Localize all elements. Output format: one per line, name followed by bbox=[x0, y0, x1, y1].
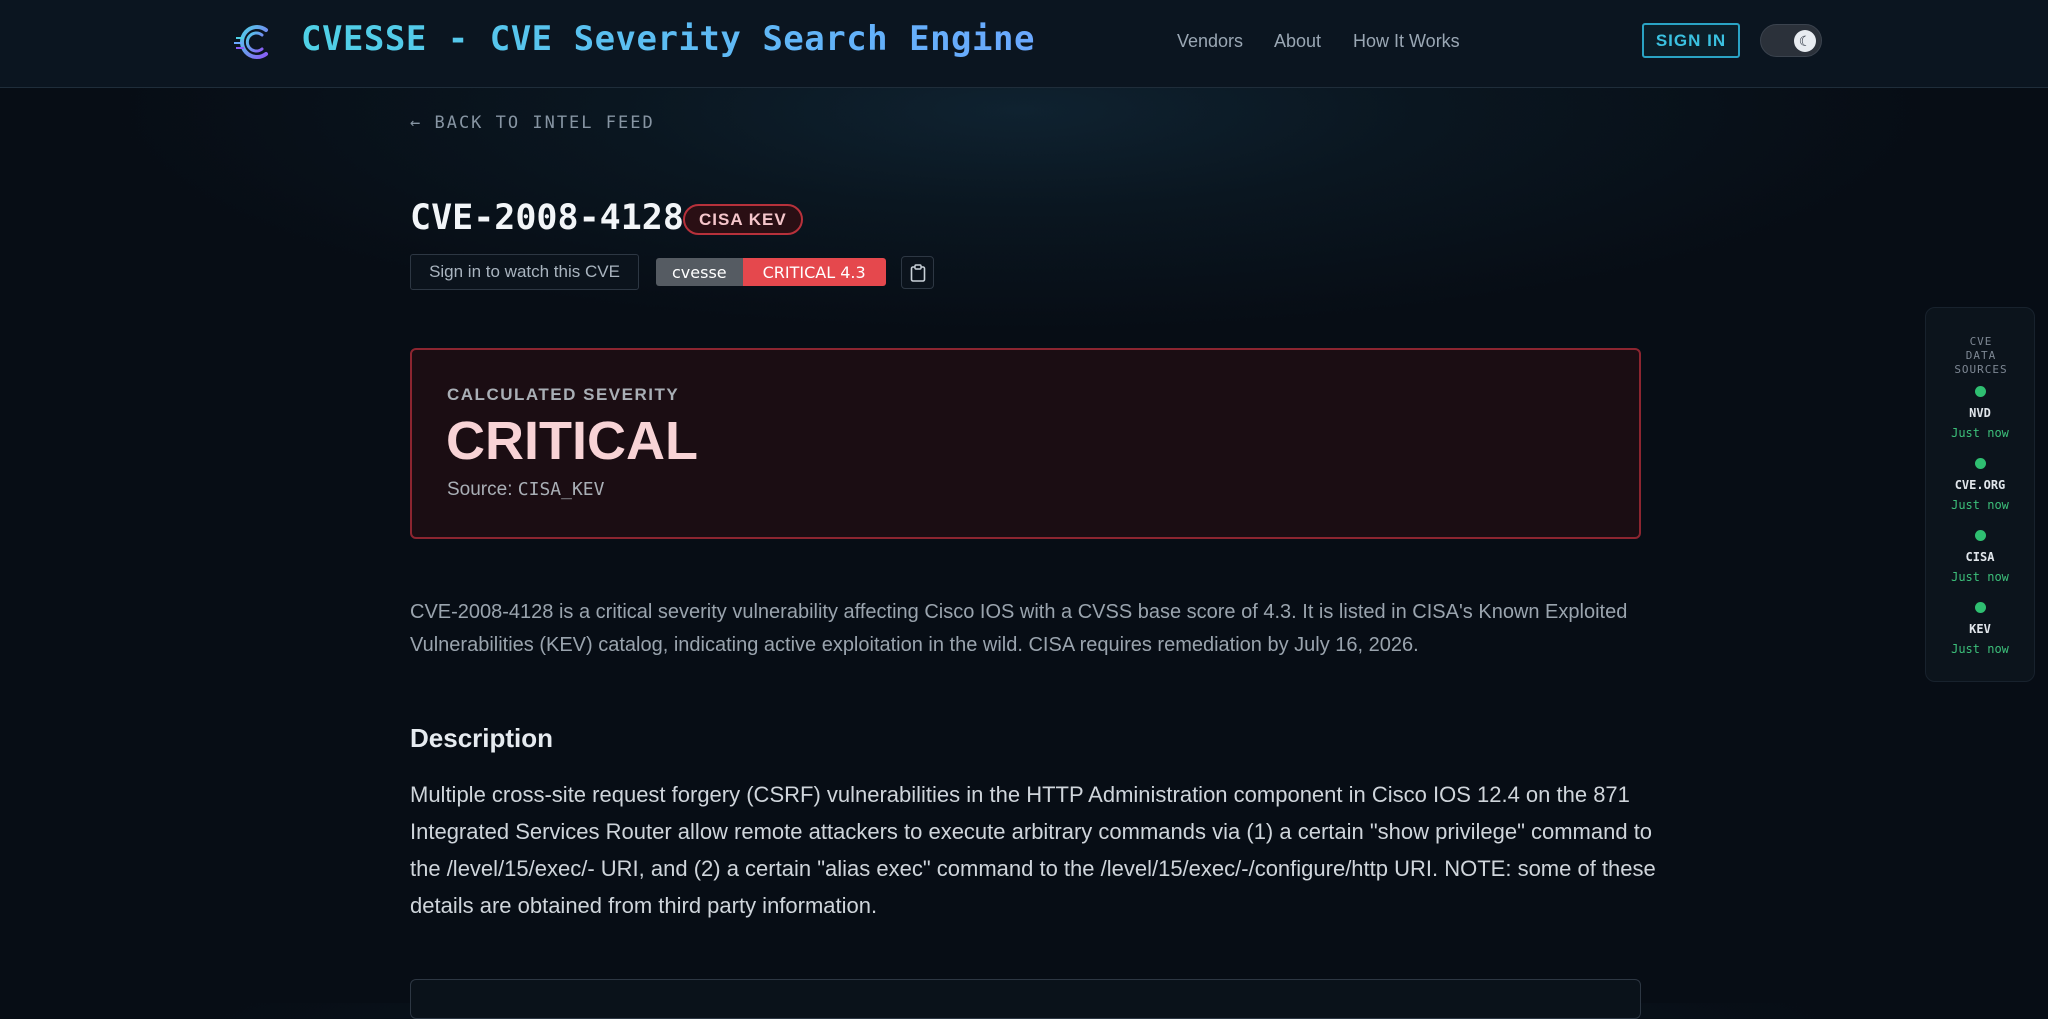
source-nvd: NVD Just now bbox=[1926, 386, 2034, 440]
cisa-kev-badge: CISA KEV bbox=[683, 204, 803, 235]
theme-toggle[interactable]: ☾ bbox=[1760, 24, 1822, 57]
source-name: CISA bbox=[1965, 550, 1995, 564]
cve-id-title: CVE-2008-4128 bbox=[410, 198, 684, 238]
cve-data-sources-panel: CVE DATA SOURCES NVD Just now CVE.ORG Ju… bbox=[1925, 307, 2035, 682]
severity-source-value: CISA_KEV bbox=[517, 479, 605, 500]
nav-vendors[interactable]: Vendors bbox=[1177, 31, 1243, 52]
calculated-severity-card: CALCULATED SEVERITY CRITICAL Source: CIS… bbox=[410, 348, 1641, 539]
source-status: Just now bbox=[1951, 570, 2009, 584]
source-status: Just now bbox=[1951, 642, 2009, 656]
source-name: KEV bbox=[1969, 622, 1991, 636]
severity-shield-badge[interactable]: cvesse CRITICAL 4.3 bbox=[656, 258, 886, 286]
description-heading: Description bbox=[410, 723, 554, 753]
nav-how-it-works[interactable]: How It Works bbox=[1353, 31, 1460, 52]
sign-in-button[interactable]: SIGN IN bbox=[1642, 23, 1740, 58]
clipboard-icon bbox=[910, 263, 925, 282]
source-cve-org: CVE.ORG Just now bbox=[1926, 458, 2034, 512]
source-name: CVE.ORG bbox=[1954, 478, 2006, 492]
site-title[interactable]: CVESSE - CVE Severity Search Engine bbox=[301, 19, 1035, 59]
description-body: Multiple cross-site request forgery (CSR… bbox=[410, 782, 1656, 918]
status-dot-icon bbox=[1974, 458, 1986, 469]
moon-icon: ☾ bbox=[1794, 30, 1816, 52]
severity-label: CALCULATED SEVERITY bbox=[447, 385, 680, 404]
data-sources-title: CVE DATA SOURCES bbox=[1954, 335, 2008, 376]
nav-about[interactable]: About bbox=[1274, 31, 1321, 52]
shield-value: CRITICAL 4.3 bbox=[742, 258, 886, 286]
severity-source-prefix: Source: bbox=[447, 479, 518, 500]
source-name: NVD bbox=[1969, 406, 1991, 420]
source-status: Just now bbox=[1951, 426, 2009, 440]
severity-source: Source: CISA_KEV bbox=[447, 479, 604, 501]
back-to-intel-feed-link[interactable]: ← BACK TO INTEL FEED bbox=[410, 113, 655, 133]
cve-summary: CVE-2008-4128 is a critical severity vul… bbox=[410, 601, 1628, 656]
source-kev: KEV Just now bbox=[1926, 602, 2034, 656]
source-cisa: CISA Just now bbox=[1926, 530, 2034, 584]
top-navbar: CVESSE - CVE Severity Search Engine Vend… bbox=[0, 0, 2048, 88]
shield-label: cvesse bbox=[656, 258, 743, 286]
cvesse-logo-icon[interactable] bbox=[232, 18, 280, 66]
source-status: Just now bbox=[1951, 498, 2009, 512]
next-section-card bbox=[410, 979, 1641, 1019]
watch-cve-button[interactable]: Sign in to watch this CVE bbox=[410, 254, 639, 290]
copy-badge-button[interactable] bbox=[901, 256, 934, 289]
status-dot-icon bbox=[1974, 602, 1986, 613]
severity-value: CRITICAL bbox=[446, 411, 698, 471]
status-dot-icon bbox=[1974, 386, 1986, 397]
status-dot-icon bbox=[1974, 530, 1986, 541]
